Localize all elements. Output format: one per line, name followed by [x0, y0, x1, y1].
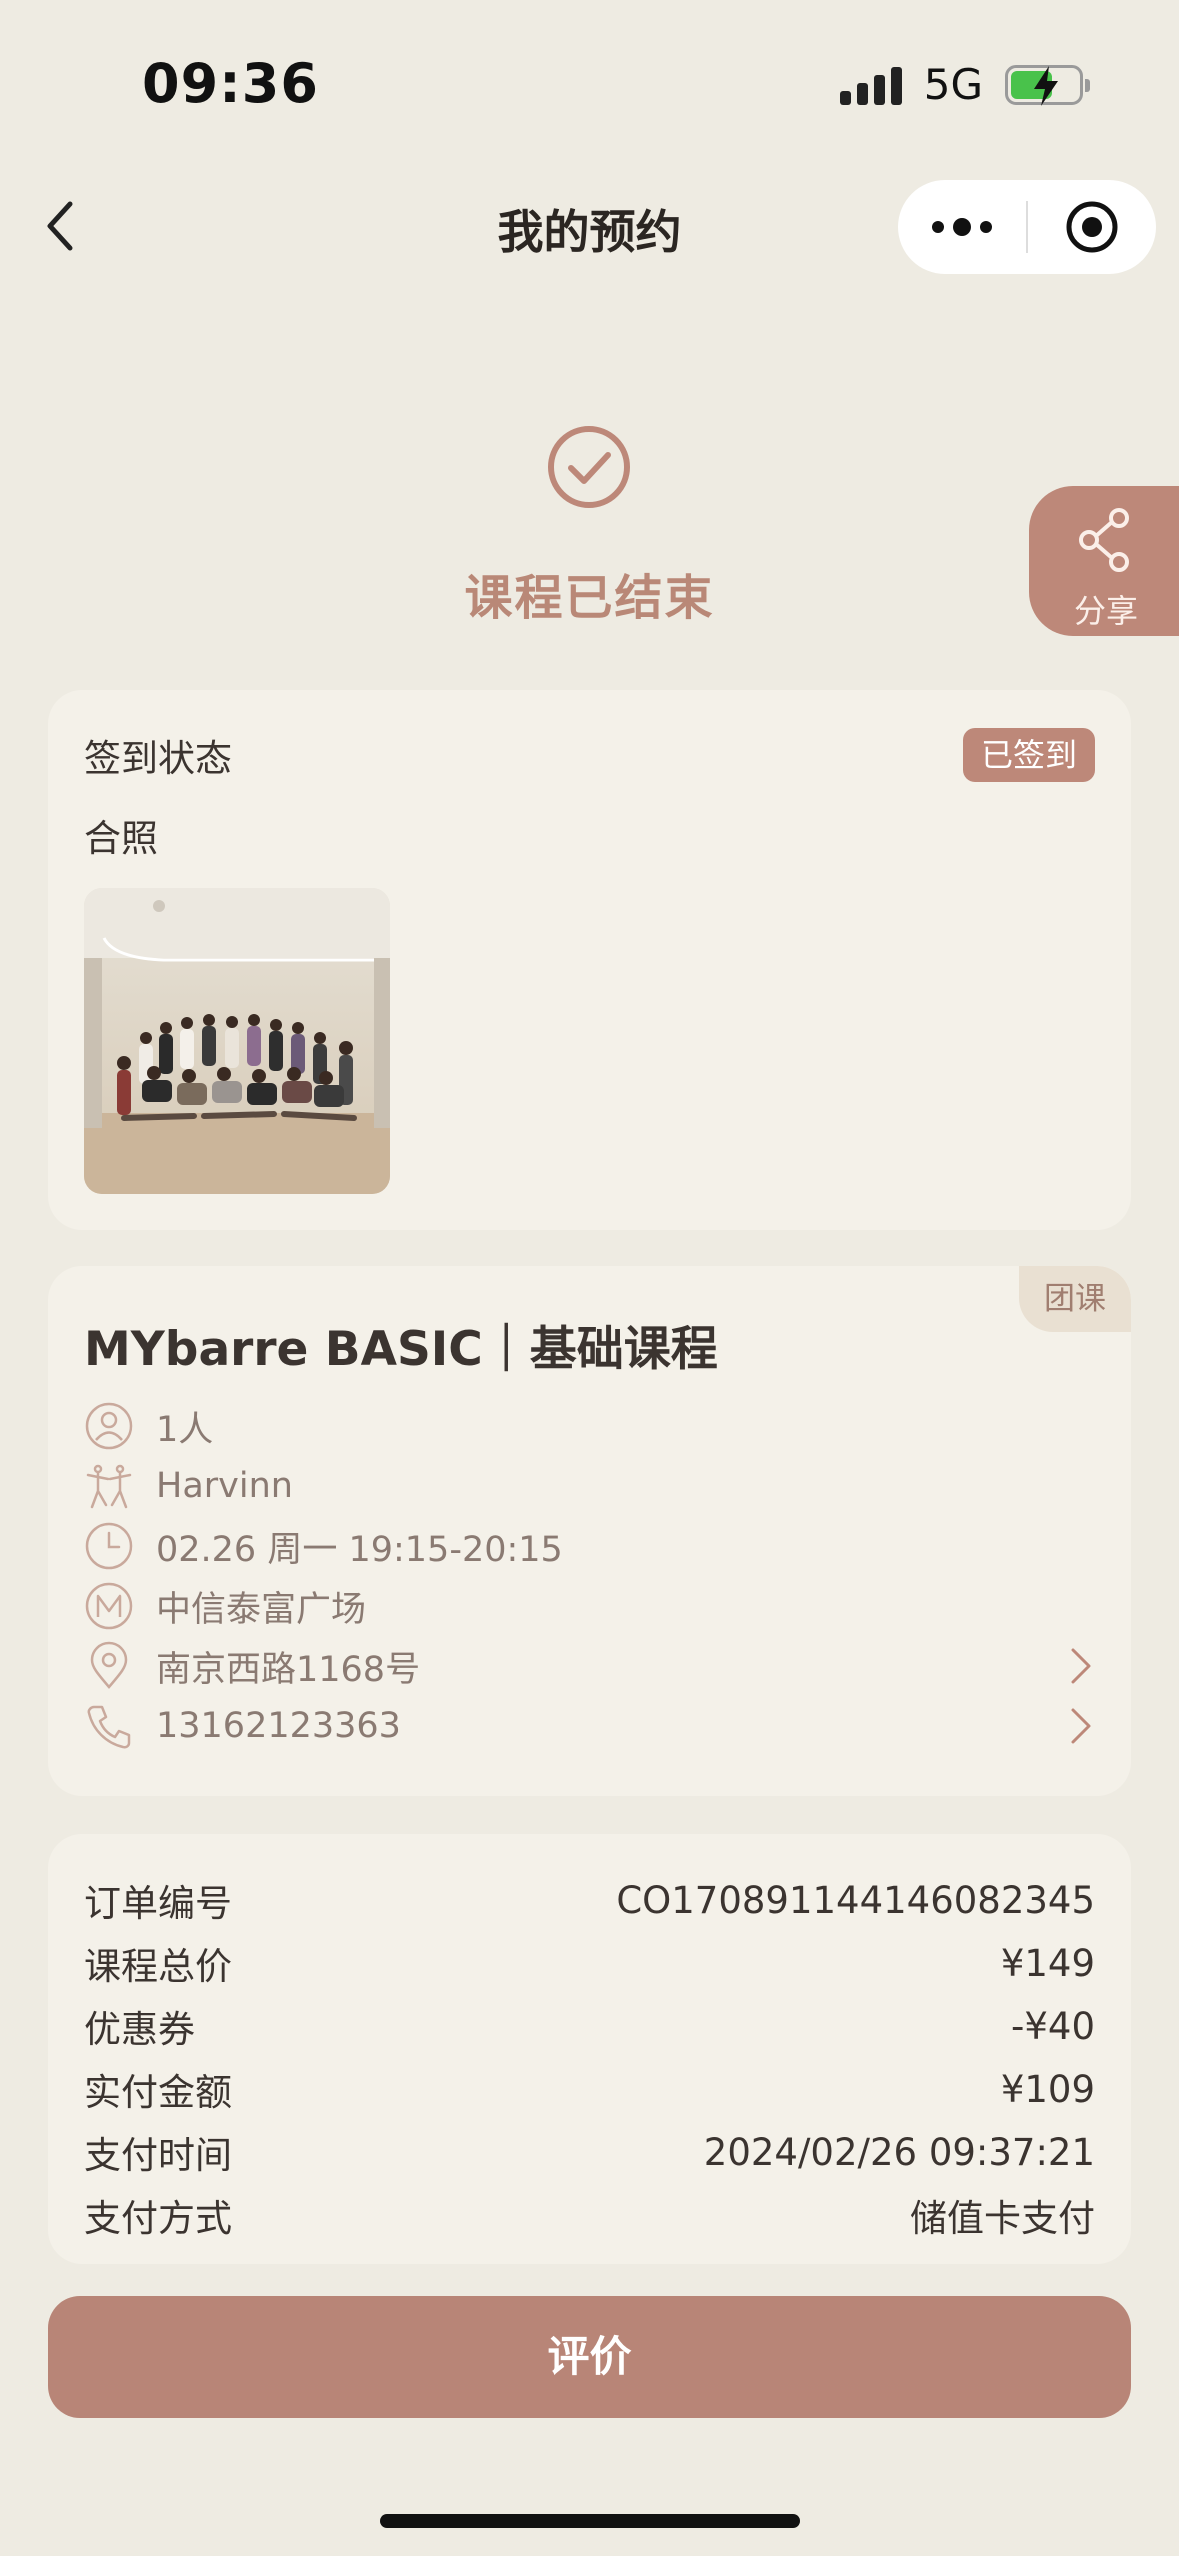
network-label: 5G — [923, 60, 983, 109]
target-icon — [1066, 201, 1118, 253]
evaluate-button[interactable]: 评价 — [48, 2296, 1131, 2418]
order-label: 优惠券 — [84, 2008, 195, 2051]
person-icon — [85, 1402, 133, 1450]
group-photo-label: 合照 — [84, 817, 158, 860]
share-label: 分享 — [1074, 592, 1139, 630]
status-time: 09:36 — [142, 52, 319, 115]
order-label: 课程总价 — [84, 1945, 232, 1988]
chevron-right-icon — [1071, 1648, 1091, 1684]
miniapp-capsule — [898, 180, 1156, 274]
order-row: 优惠券 -¥40 — [84, 1998, 1095, 2054]
order-row: 订单编号 CO17089114414608234​5 — [84, 1872, 1095, 1928]
phone-row[interactable]: 13162123363 — [84, 1696, 1095, 1756]
order-row: 支付方式 储值卡支付 — [84, 2187, 1095, 2243]
signal-icon — [839, 65, 902, 105]
order-value: -¥40 — [1011, 2004, 1095, 2048]
dancer-icon — [86, 1464, 132, 1509]
instructor-name: Harvinn — [156, 1466, 293, 1506]
order-value: CO17089114414608234​5 — [616, 1878, 1095, 1922]
more-button[interactable] — [898, 180, 1026, 274]
order-row: 实付金额 ¥109 — [84, 2061, 1095, 2117]
clock-icon — [85, 1522, 133, 1570]
battery-icon — [1005, 64, 1090, 106]
instructor-row: Harvinn — [84, 1456, 1095, 1516]
participants-text: 1人 — [156, 1409, 214, 1450]
time-row: 02.26 周一 19:15-20:15 — [84, 1516, 1095, 1576]
class-time: 02.26 周一 19:15-20:15 — [156, 1529, 563, 1570]
status-indicators: 5G — [839, 60, 1090, 109]
order-label: 实付金额 — [84, 2071, 232, 2114]
group-photo-image — [84, 888, 390, 1194]
share-button[interactable]: 分享 — [1029, 486, 1179, 636]
location-pin-icon — [90, 1641, 128, 1689]
order-row: 支付时间 2024/02/26 09:37:21 — [84, 2124, 1095, 2180]
group-photo[interactable] — [84, 888, 390, 1194]
course-status-text: 课程已结束 — [464, 570, 715, 626]
checkin-status-badge: 已签到 — [962, 728, 1095, 782]
course-card: 团课 MYbarre BASIC｜基础课程 1人 Harvinn 02.26 周… — [48, 1266, 1131, 1796]
studio-name: 中信泰富广场 — [156, 1589, 367, 1630]
course-title: MYbarre BASIC｜基础课程 — [84, 1322, 718, 1377]
phone-icon — [87, 1705, 131, 1749]
order-label: 支付方式 — [84, 2197, 232, 2240]
order-value: 2024/02/26 09:37:21 — [703, 2130, 1095, 2174]
chevron-right-icon — [1071, 1708, 1091, 1744]
order-row: 课程总价 ¥149 — [84, 1935, 1095, 1991]
share-icon — [1079, 508, 1129, 572]
booking-detail-page: 09:36 5G 我的预约 课程已结束 分享 签到状态 已签到 合照 团课 MY… — [0, 0, 1179, 2556]
checkin-card: 签到状态 已签到 合照 — [48, 690, 1131, 1230]
order-card: 订单编号 CO17089114414608234​5 课程总价 ¥149 优惠券… — [48, 1834, 1131, 2264]
order-value: 储值卡支付 — [910, 2197, 1095, 2240]
address-row[interactable]: 南京西路1168号 — [84, 1636, 1095, 1696]
checkin-status-label: 签到状态 — [84, 737, 232, 780]
class-type-tag: 团课 — [1019, 1266, 1131, 1332]
order-label: 订单编号 — [84, 1882, 232, 1925]
order-value: ¥149 — [1000, 1941, 1095, 1985]
home-indicator[interactable] — [380, 2514, 800, 2528]
order-value: ¥109 — [1000, 2067, 1095, 2111]
address-text: 南京西路1168号 — [156, 1649, 421, 1690]
participants-row: 1人 — [84, 1396, 1095, 1456]
phone-number: 13162123363 — [156, 1706, 401, 1746]
m-logo-icon — [85, 1582, 133, 1630]
studio-row: 中信泰富广场 — [84, 1576, 1095, 1636]
order-label: 支付时间 — [84, 2134, 232, 2177]
check-circle-icon — [548, 426, 630, 508]
close-miniapp-button[interactable] — [1028, 199, 1156, 255]
